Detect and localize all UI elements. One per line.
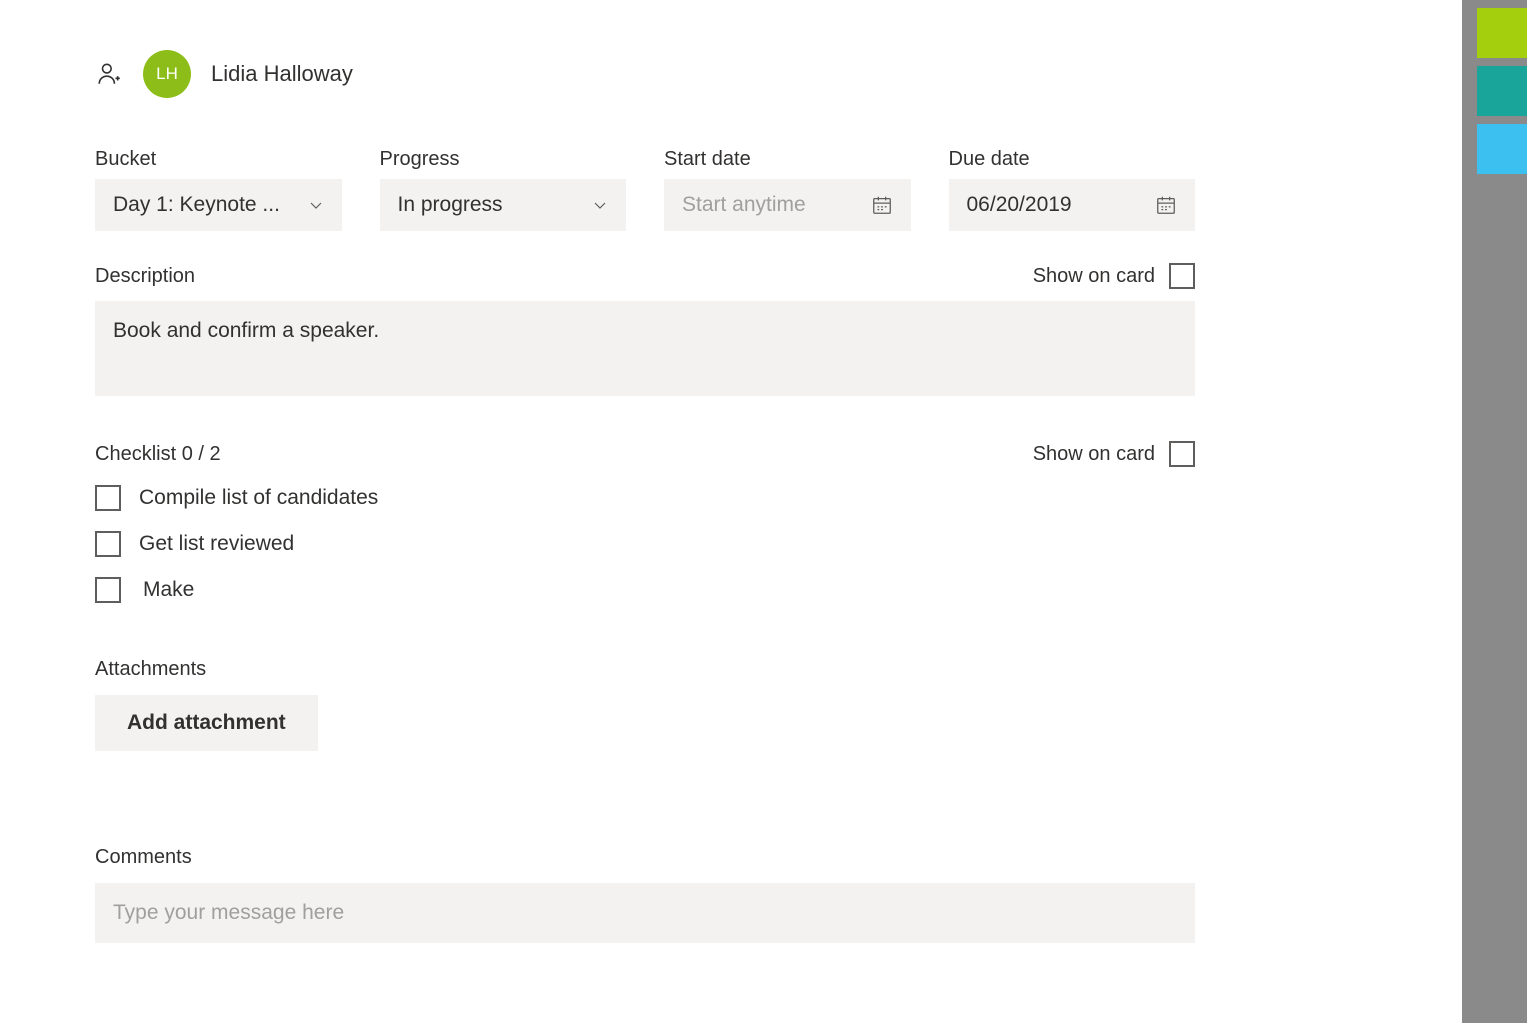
- checklist-item-text[interactable]: Compile list of candidates: [139, 486, 378, 510]
- chevron-down-icon: [592, 197, 608, 213]
- start-date-input[interactable]: Start anytime: [664, 179, 911, 231]
- checklist-item-checkbox[interactable]: [95, 531, 121, 557]
- start-date-placeholder: Start anytime: [682, 193, 871, 217]
- calendar-icon: [1155, 194, 1177, 216]
- bucket-value: Day 1: Keynote ...: [113, 193, 308, 217]
- checklist-item-checkbox[interactable]: [95, 485, 121, 511]
- checklist-item: Compile list of candidates: [95, 485, 1195, 511]
- checklist-item-new: Make: [95, 577, 1195, 603]
- progress-field-group: Progress In progress: [380, 148, 627, 231]
- progress-value: In progress: [398, 193, 593, 217]
- comments-section: Comments: [95, 846, 1195, 943]
- calendar-icon: [871, 194, 893, 216]
- checklist-item-text-input[interactable]: Make: [139, 578, 194, 602]
- progress-label: Progress: [380, 148, 627, 171]
- progress-select[interactable]: In progress: [380, 179, 627, 231]
- description-header: Description Show on card: [95, 263, 1195, 289]
- due-date-value: 06/20/2019: [967, 193, 1156, 217]
- task-detail-panel: LH Lidia Halloway Bucket Day 1: Keynote …: [0, 0, 1290, 1023]
- chevron-down-icon: [308, 197, 324, 213]
- checklist-show-on-card: Show on card: [1033, 441, 1195, 467]
- start-date-label: Start date: [664, 148, 911, 171]
- description-show-on-card: Show on card: [1033, 263, 1195, 289]
- assignee-avatar[interactable]: LH: [143, 50, 191, 98]
- checklist-header: Checklist 0 / 2 Show on card: [95, 441, 1195, 467]
- description-textarea[interactable]: Book and confirm a speaker.: [95, 301, 1195, 396]
- add-person-icon[interactable]: [95, 60, 123, 88]
- bucket-select[interactable]: Day 1: Keynote ...: [95, 179, 342, 231]
- due-date-input[interactable]: 06/20/2019: [949, 179, 1196, 231]
- fields-row: Bucket Day 1: Keynote ... Progress In pr…: [95, 148, 1195, 231]
- show-on-card-label: Show on card: [1033, 443, 1155, 466]
- description-label: Description: [95, 265, 195, 288]
- comments-label: Comments: [95, 846, 192, 868]
- attachments-label: Attachments: [95, 658, 206, 680]
- due-date-field-group: Due date 06/20/2019: [949, 148, 1196, 231]
- assignee-row: LH Lidia Halloway: [95, 50, 1195, 98]
- checklist-item: Get list reviewed: [95, 531, 1195, 557]
- checklist-item-checkbox[interactable]: [95, 577, 121, 603]
- checklist-show-on-card-checkbox[interactable]: [1169, 441, 1195, 467]
- show-on-card-label: Show on card: [1033, 265, 1155, 288]
- due-date-label: Due date: [949, 148, 1196, 171]
- right-color-tabs: [1462, 0, 1527, 1023]
- label-tab-teal[interactable]: [1477, 66, 1527, 116]
- checklist-item-text[interactable]: Get list reviewed: [139, 532, 294, 556]
- checklist-label: Checklist 0 / 2: [95, 443, 221, 466]
- attachments-section: Attachments Add attachment: [95, 658, 1195, 751]
- description-show-on-card-checkbox[interactable]: [1169, 263, 1195, 289]
- add-attachment-button[interactable]: Add attachment: [95, 695, 318, 751]
- label-tab-sky[interactable]: [1477, 124, 1527, 174]
- assignee-name: Lidia Halloway: [211, 61, 353, 87]
- avatar-initials: LH: [156, 64, 178, 84]
- start-date-field-group: Start date Start anytime: [664, 148, 911, 231]
- bucket-label: Bucket: [95, 148, 342, 171]
- label-tab-lime[interactable]: [1477, 8, 1527, 58]
- checklist-items: Compile list of candidates Get list revi…: [95, 485, 1195, 603]
- comments-input[interactable]: [95, 883, 1195, 943]
- bucket-field-group: Bucket Day 1: Keynote ...: [95, 148, 342, 231]
